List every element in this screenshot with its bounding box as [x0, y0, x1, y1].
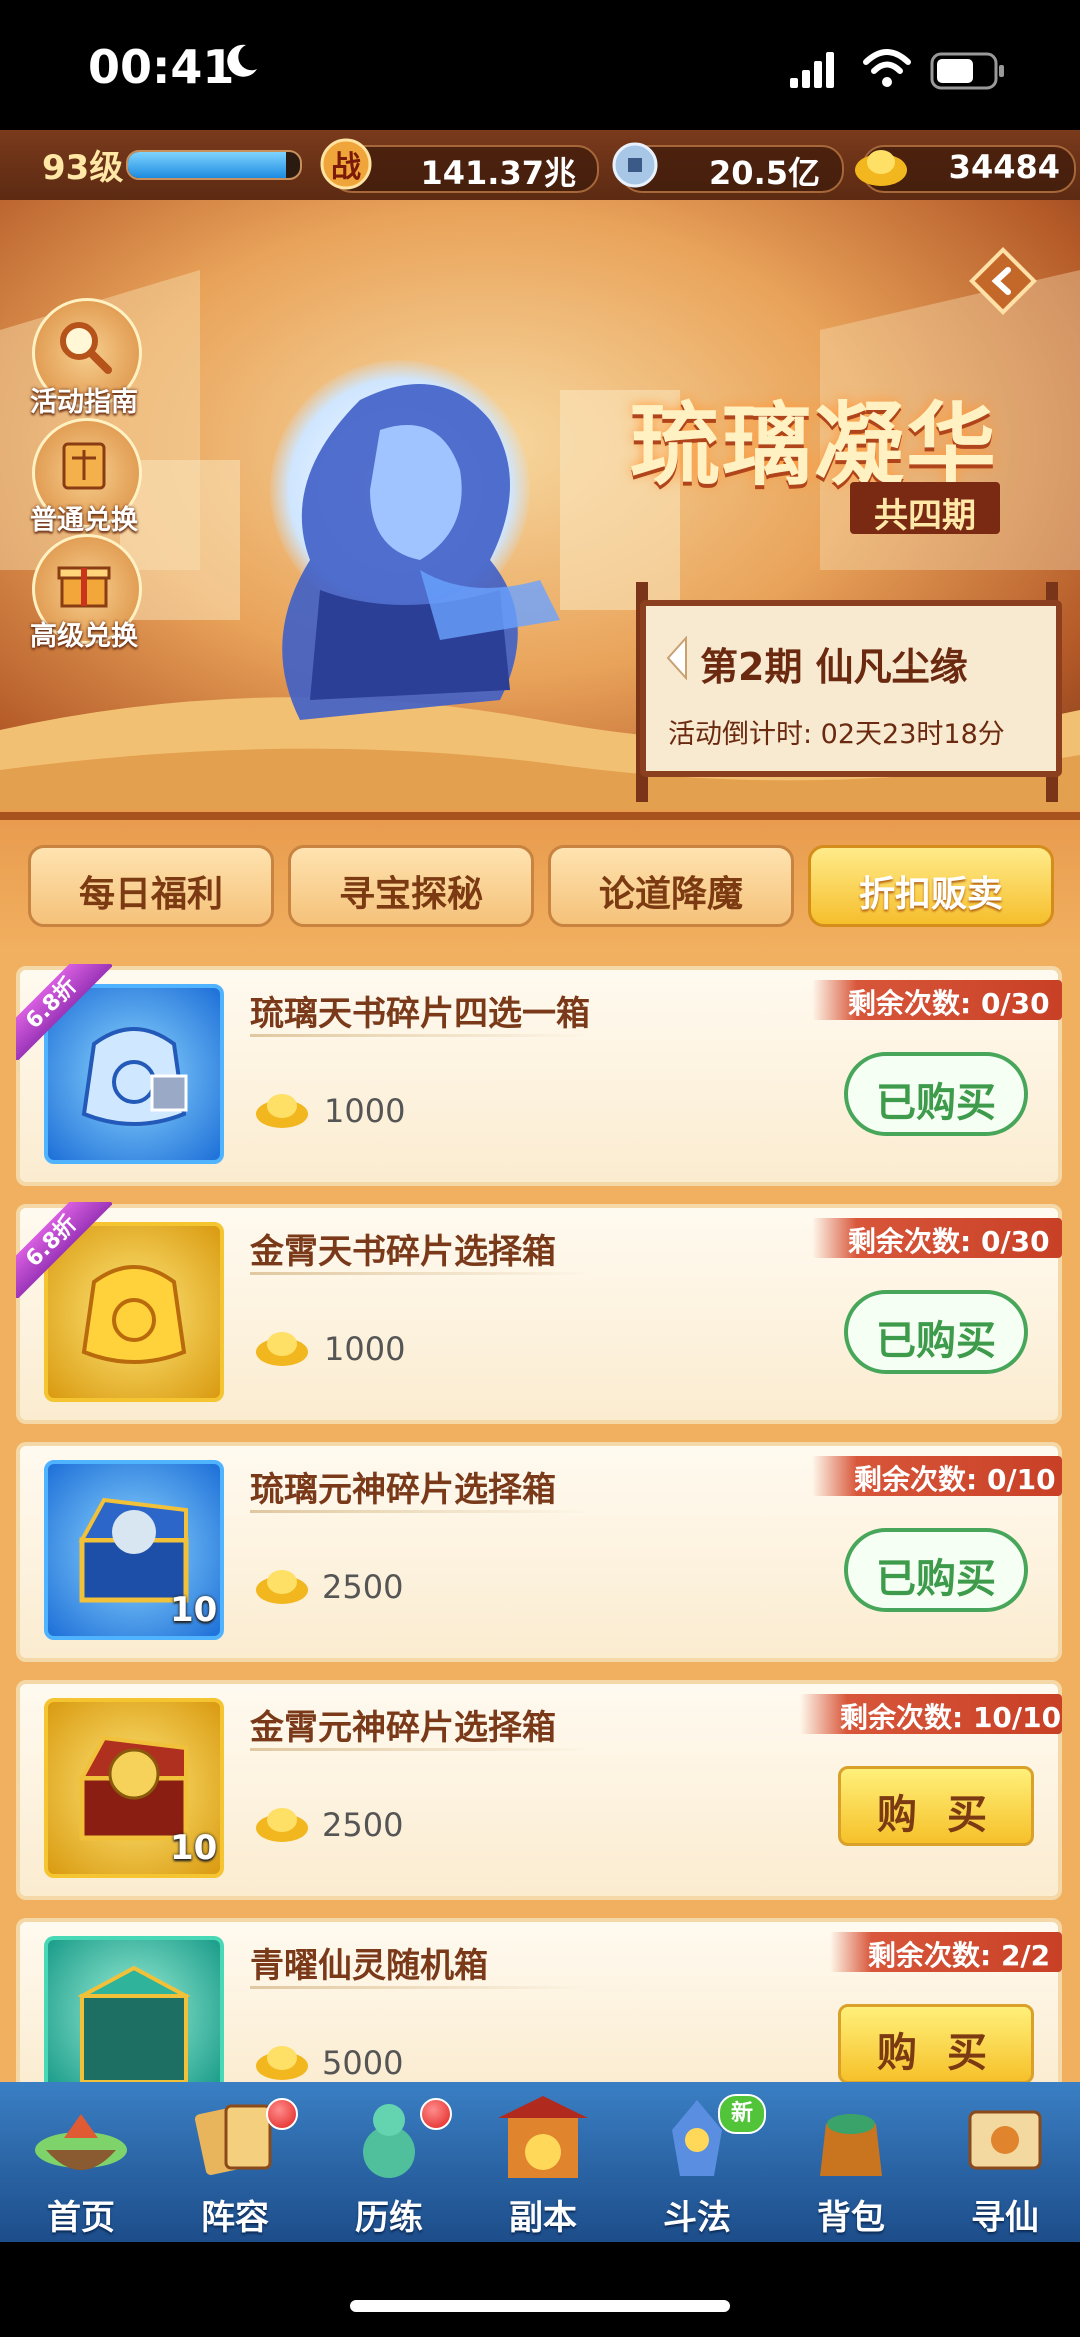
silver-value: 20.5亿 — [709, 154, 820, 192]
status-time: 00:41 — [88, 40, 235, 94]
wifi-icon — [863, 49, 911, 87]
xp-progress-bar — [126, 150, 302, 180]
nav-label-seek-immortal: 寻仙 — [971, 2198, 1039, 2238]
item-name-underline — [250, 1510, 590, 1513]
nav-item-seek-immortal[interactable]: 寻仙 — [930, 2090, 1080, 2238]
temple-gate-icon — [498, 2096, 588, 2178]
tab-demon-slaying-label: 论道降魔 — [598, 874, 743, 915]
magnifier-icon — [60, 322, 112, 374]
gold-ingot-icon — [256, 2046, 308, 2080]
period-title: 第2期 仙凡尘缘 — [700, 645, 968, 689]
home-indicator-area — [0, 2242, 1080, 2337]
floating-island-icon — [35, 2114, 127, 2170]
purchased-label: 已购买 — [876, 1318, 996, 1364]
tabs-divider — [0, 812, 1080, 820]
previous-period-arrow-icon[interactable] — [664, 636, 690, 680]
nav-label-bag: 背包 — [817, 2198, 885, 2238]
item-name-underline — [250, 1986, 590, 1989]
teal-chest-icon — [77, 1965, 191, 2082]
item-price: 5000 — [322, 2044, 404, 2082]
remaining-count: 剩余次数: 10/10 — [840, 1701, 1062, 1734]
do-not-disturb-moon-icon — [227, 44, 257, 77]
cellular-signal-icon — [790, 52, 834, 88]
item-price: 2500 — [322, 1568, 404, 1606]
item-name: 金霄天书碎片选择箱 — [250, 1232, 556, 1272]
nav-label-dungeon: 副本 — [509, 2198, 577, 2238]
item-price: 2500 — [322, 1806, 404, 1844]
discount-ribbon: 6.8折 — [16, 964, 112, 1060]
gift-box-icon — [57, 566, 111, 608]
item-price: 1000 — [324, 1092, 406, 1130]
new-badge: 新 — [718, 2094, 766, 2134]
item-name: 金霄元神碎片选择箱 — [250, 1708, 556, 1748]
event-subtitle: 共四期 — [874, 496, 976, 536]
home-indicator[interactable] — [350, 2300, 730, 2312]
event-countdown: 活动倒计时: 02天23时18分 — [668, 719, 1005, 750]
item-quantity: 10 — [170, 1828, 218, 1868]
back-arrow-icon[interactable] — [968, 246, 1038, 316]
remaining-count: 剩余次数: 0/30 — [848, 987, 1050, 1020]
item-price: 1000 — [324, 1330, 406, 1368]
discount-ribbon: 6.8折 — [16, 1202, 112, 1298]
tab-discount-sale-label: 折扣贩卖 — [858, 874, 1003, 915]
scroll-icon — [62, 442, 106, 490]
nav-label-home: 首页 — [47, 2198, 115, 2238]
nav-label-lineup: 阵容 — [201, 2198, 269, 2238]
remaining-count: 剩余次数: 0/10 — [854, 1463, 1056, 1496]
remaining-count: 剩余次数: 0/30 — [848, 1225, 1050, 1258]
discount-label: 6.8折 — [16, 1202, 112, 1298]
nav-label-training: 历练 — [355, 2198, 423, 2238]
player-level: 93级 — [42, 148, 124, 188]
gold-ingot-icon — [256, 1808, 308, 1842]
item-name-underline — [250, 1748, 590, 1751]
purchased-label: 已购买 — [876, 1556, 996, 1602]
gold-ingot-icon — [256, 1094, 308, 1128]
purchased-label: 已购买 — [876, 1080, 996, 1126]
gold-ingot-icon — [256, 1332, 308, 1366]
activity-guide-label: 活动指南 — [30, 387, 138, 418]
gold-ingot-icon — [256, 1570, 308, 1604]
gold-ingot-icon — [855, 150, 907, 186]
battery-icon — [930, 52, 1004, 90]
nav-item-bag[interactable]: 背包 — [776, 2090, 926, 2238]
premium-exchange-label: 高级兑换 — [30, 621, 138, 652]
buy-label: 购 买 — [877, 1792, 995, 1838]
item-name-underline — [250, 1034, 590, 1037]
notification-dot — [420, 2098, 452, 2130]
xp-progress-fill — [128, 152, 287, 178]
nav-item-home[interactable]: 首页 — [6, 2090, 156, 2238]
scroll-map-icon — [968, 2110, 1042, 2170]
discount-label: 6.8折 — [16, 964, 112, 1060]
remaining-count: 剩余次数: 2/2 — [868, 1939, 1051, 1972]
buy-label: 购 买 — [877, 2030, 995, 2076]
power-icon-label: 战 — [331, 150, 361, 185]
tab-daily-welfare-label: 每日福利 — [78, 874, 223, 915]
item-name: 琉璃天书碎片四选一箱 — [250, 994, 590, 1034]
tab-treasure-hunt-label: 寻宝探秘 — [338, 874, 483, 915]
item-name: 琉璃元神碎片选择箱 — [250, 1470, 556, 1510]
item-name-underline — [250, 1272, 590, 1275]
backpack-icon — [820, 2114, 882, 2176]
item-quantity: 10 — [170, 1590, 218, 1630]
power-value: 141.37兆 — [420, 154, 577, 192]
gold-value: 34484 — [948, 148, 1060, 186]
nav-item-dungeon[interactable]: 副本 — [468, 2090, 618, 2238]
nav-label-duel: 斗法 — [663, 2198, 731, 2238]
silver-coin-icon — [612, 142, 658, 188]
normal-exchange-label: 普通兑换 — [30, 505, 138, 536]
hero-character-illustration — [282, 384, 560, 720]
notification-dot — [266, 2098, 298, 2130]
item-name: 青曜仙灵随机箱 — [250, 1946, 488, 1986]
